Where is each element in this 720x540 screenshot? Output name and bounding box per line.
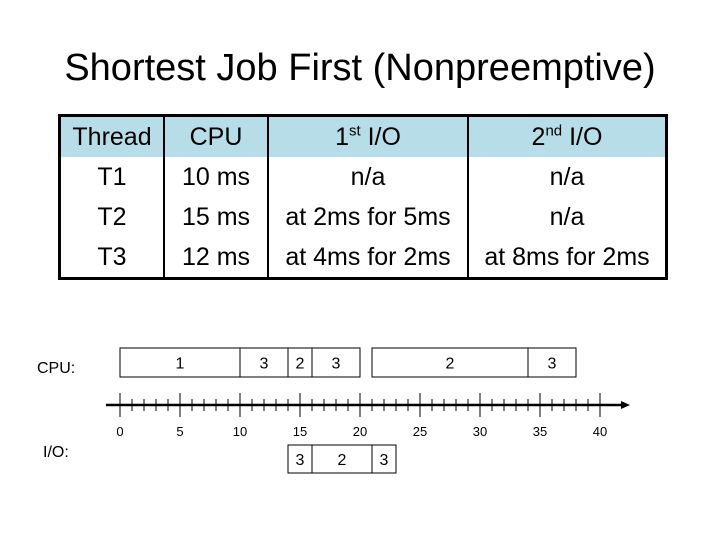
- tick-label: 0: [116, 424, 123, 439]
- io-segment-label: 3: [296, 452, 305, 469]
- cpu-segment-label: 3: [260, 356, 269, 373]
- tick-label: 25: [413, 424, 427, 439]
- gantt-timeline: 0 5 10 15 20 25 30 35 40 1 3 2 3 2 3 3 2 3: [106, 347, 630, 474]
- io-segment-label: 3: [380, 452, 389, 469]
- tick-label: 30: [473, 424, 487, 439]
- axis-arrow-icon: [621, 401, 630, 409]
- cpu-segment-label: 3: [548, 356, 557, 373]
- tick-label: 10: [233, 424, 247, 439]
- tick-label: 40: [593, 424, 607, 439]
- tick-label: 5: [176, 424, 183, 439]
- cpu-segment-label: 3: [332, 356, 341, 373]
- io-segment-label: 2: [338, 452, 347, 469]
- cpu-segment-label: 1: [176, 356, 185, 373]
- cpu-segment-label: 2: [446, 356, 455, 373]
- cpu-segment-label: 2: [296, 356, 305, 373]
- tick-label: 35: [533, 424, 547, 439]
- tick-label: 15: [293, 424, 307, 439]
- tick-label: 20: [353, 424, 367, 439]
